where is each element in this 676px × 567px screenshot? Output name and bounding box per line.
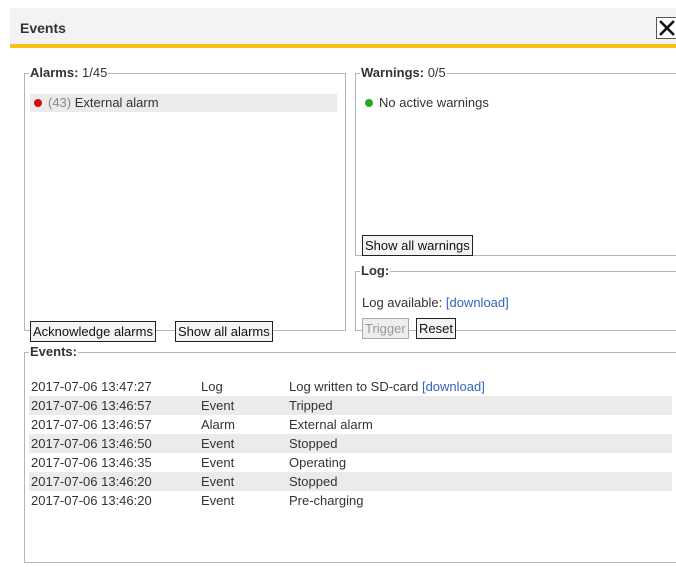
- close-button[interactable]: [656, 17, 676, 39]
- dialog-title: Events: [20, 20, 66, 36]
- table-row: 2017-07-06 13:46:20 Event Stopped: [29, 472, 672, 491]
- events-panel: Events: 2017-07-06 13:47:27 Log Log writ…: [24, 345, 676, 563]
- event-type: Event: [201, 434, 289, 453]
- event-message: Operating: [289, 455, 347, 470]
- alarms-legend-title: Alarms:: [30, 65, 79, 80]
- event-message: Stopped: [289, 472, 672, 491]
- table-row: 2017-07-06 13:47:27 Log Log written to S…: [29, 377, 672, 396]
- event-type: Event: [201, 396, 289, 415]
- event-time: 2017-07-06 13:46:20: [31, 493, 152, 508]
- log-download-link[interactable]: [download]: [446, 295, 509, 310]
- warnings-legend-title: Warnings:: [361, 65, 425, 80]
- table-row: 2017-07-06 13:46:57 Event Tripped: [29, 396, 672, 415]
- dialog-titlebar: Events: [10, 8, 676, 48]
- event-message: External alarm: [289, 417, 373, 432]
- event-time: 2017-07-06 13:46:57: [31, 417, 152, 432]
- close-icon: [659, 20, 675, 36]
- table-row: 2017-07-06 13:46:57 Alarm External alarm: [29, 415, 672, 434]
- ok-status-icon: [365, 99, 373, 107]
- table-row: 2017-07-06 13:46:35 Event Operating: [29, 453, 672, 472]
- events-legend-title: Events:: [30, 344, 77, 359]
- event-type: Event: [201, 493, 235, 508]
- show-all-warnings-button[interactable]: Show all warnings: [362, 235, 473, 256]
- log-available-label: Log available:: [362, 295, 443, 310]
- alarm-text: External alarm: [74, 95, 159, 110]
- alarms-legend: Alarms: 1/45: [29, 66, 108, 80]
- table-row: 2017-07-06 13:46:20 Event Pre-charging: [29, 491, 672, 510]
- alarm-list-item[interactable]: (43) External alarm: [30, 94, 337, 112]
- table-row: 2017-07-06 13:46:50 Event Stopped: [29, 434, 672, 453]
- warnings-status: No active warnings: [361, 94, 489, 112]
- log-legend-title: Log:: [361, 263, 390, 278]
- events-table: 2017-07-06 13:47:27 Log Log written to S…: [29, 377, 672, 510]
- alarm-code: (43): [48, 95, 72, 110]
- log-available: Log available: [download]: [362, 296, 509, 310]
- event-message: Pre-charging: [289, 493, 364, 508]
- warnings-legend: Warnings: 0/5: [360, 66, 447, 80]
- acknowledge-alarms-button[interactable]: Acknowledge alarms: [30, 321, 156, 342]
- event-type: Event: [201, 472, 289, 491]
- event-time: 2017-07-06 13:46:57: [29, 396, 201, 415]
- events-legend: Events:: [29, 345, 78, 359]
- event-message: Log written to SD-card: [289, 379, 419, 394]
- event-type: Alarm: [201, 417, 235, 432]
- warnings-status-text: No active warnings: [379, 95, 489, 110]
- event-time: 2017-07-06 13:46:35: [31, 455, 152, 470]
- event-message: Tripped: [289, 396, 672, 415]
- warnings-count: 0/5: [427, 65, 446, 80]
- event-message: Stopped: [289, 434, 672, 453]
- trigger-button[interactable]: Trigger: [362, 318, 409, 339]
- event-time: 2017-07-06 13:46:50: [29, 434, 201, 453]
- event-type: Log: [201, 379, 223, 394]
- warnings-panel: Warnings: 0/5 No active warnings Show al…: [355, 66, 676, 256]
- log-legend: Log:: [360, 264, 390, 278]
- log-panel: Log: Log available: [download] Trigger R…: [355, 264, 676, 339]
- event-message-cell: Log written to SD-card [download]: [289, 377, 672, 396]
- reset-button[interactable]: Reset: [416, 318, 456, 339]
- event-download-link[interactable]: [download]: [422, 379, 485, 394]
- alarms-panel: Alarms: 1/45 (43) External alarm Acknowl…: [24, 66, 346, 342]
- alarm-status-icon: [34, 99, 42, 107]
- event-time: 2017-07-06 13:46:20: [29, 472, 201, 491]
- event-time: 2017-07-06 13:47:27: [31, 379, 152, 394]
- alarms-count: 1/45: [82, 65, 108, 80]
- event-type: Event: [201, 455, 235, 470]
- show-all-alarms-button[interactable]: Show all alarms: [175, 321, 273, 342]
